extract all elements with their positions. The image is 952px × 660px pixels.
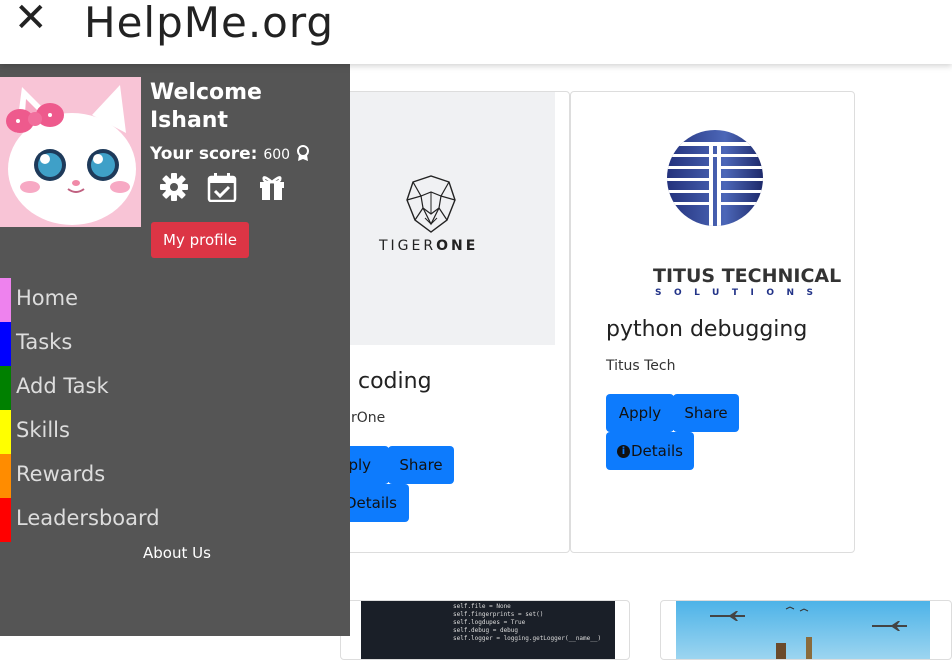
airplane-icon	[710, 606, 907, 659]
task-card: TITUS TECHNICAL SOLUTIONS python debuggi…	[570, 91, 855, 553]
nav-color-bar	[0, 410, 11, 454]
task-title: coding	[358, 369, 432, 394]
my-profile-button[interactable]: My profile	[151, 222, 249, 258]
kitten-avatar-icon	[0, 77, 141, 227]
sidebar-item-label: Leadersboard	[16, 506, 160, 530]
task-image: TITUS TECHNICAL SOLUTIONS	[605, 122, 841, 298]
nav-color-bar	[0, 498, 11, 542]
apply-button[interactable]: Apply	[606, 394, 674, 432]
award-icon	[297, 145, 309, 161]
tiger-logo-icon	[406, 175, 456, 233]
sidebar-item-tasks[interactable]: Tasks	[0, 322, 350, 366]
task-card	[660, 600, 952, 660]
top-bar: ✕ HelpMe.org	[0, 0, 952, 64]
score-label: Your score:	[150, 144, 258, 164]
sidebar-item-label: Add Task	[16, 374, 109, 398]
nav-color-bar	[0, 454, 11, 498]
titus-logo-text: TITUS TECHNICAL	[653, 265, 842, 287]
sidebar-item-label: Home	[16, 286, 79, 310]
details-button[interactable]: i Details	[606, 432, 694, 470]
close-icon[interactable]: ✕	[14, 0, 48, 38]
score: Your score: 600	[150, 144, 310, 164]
calendar-check-icon[interactable]	[207, 172, 237, 202]
nav-color-bar	[0, 366, 11, 410]
task-org: rOne	[351, 410, 386, 426]
score-value: 600	[263, 147, 291, 163]
about-us-link[interactable]: About Us	[143, 544, 211, 562]
sidebar: Welcome Ishant Your score: 600 My profil…	[0, 64, 350, 636]
gift-icon[interactable]	[257, 172, 287, 202]
task-card: TIGERONE coding rOne pply Share Details	[320, 91, 570, 553]
task-title: python debugging	[606, 317, 808, 342]
share-button[interactable]: Share	[673, 394, 739, 432]
task-image: TIGERONE	[321, 92, 555, 345]
sidebar-item-add-task[interactable]: Add Task	[0, 366, 350, 410]
brand-title[interactable]: HelpMe.org	[84, 0, 334, 46]
titus-globe-icon	[667, 130, 763, 226]
nav-color-bar	[0, 278, 11, 322]
sidebar-item-home[interactable]: Home	[0, 278, 350, 322]
tiger-logo-text: TIGERONE	[379, 238, 479, 254]
sidebar-item-skills[interactable]: Skills	[0, 410, 350, 454]
sidebar-item-leaderboard[interactable]: Leadersboard	[0, 498, 350, 542]
details-label: Details	[630, 442, 683, 460]
info-icon: i	[616, 444, 630, 458]
code-screen-image: self.file = None self.fingerprints = set…	[361, 601, 615, 659]
titus-logo-subtext: SOLUTIONS	[655, 288, 826, 298]
sidebar-item-label: Skills	[16, 418, 70, 442]
gear-icon[interactable]	[159, 172, 189, 202]
share-button[interactable]: Share	[388, 446, 454, 484]
sidebar-item-label: Rewards	[16, 462, 106, 486]
sidebar-item-rewards[interactable]: Rewards	[0, 454, 350, 498]
task-card: self.file = None self.fingerprints = set…	[340, 600, 630, 660]
task-org: Titus Tech	[606, 358, 676, 374]
welcome-text: Welcome Ishant	[150, 80, 262, 133]
sidebar-item-label: Tasks	[16, 330, 73, 354]
avatar[interactable]	[0, 77, 141, 227]
travel-image	[676, 601, 930, 659]
nav-color-bar	[0, 322, 11, 366]
